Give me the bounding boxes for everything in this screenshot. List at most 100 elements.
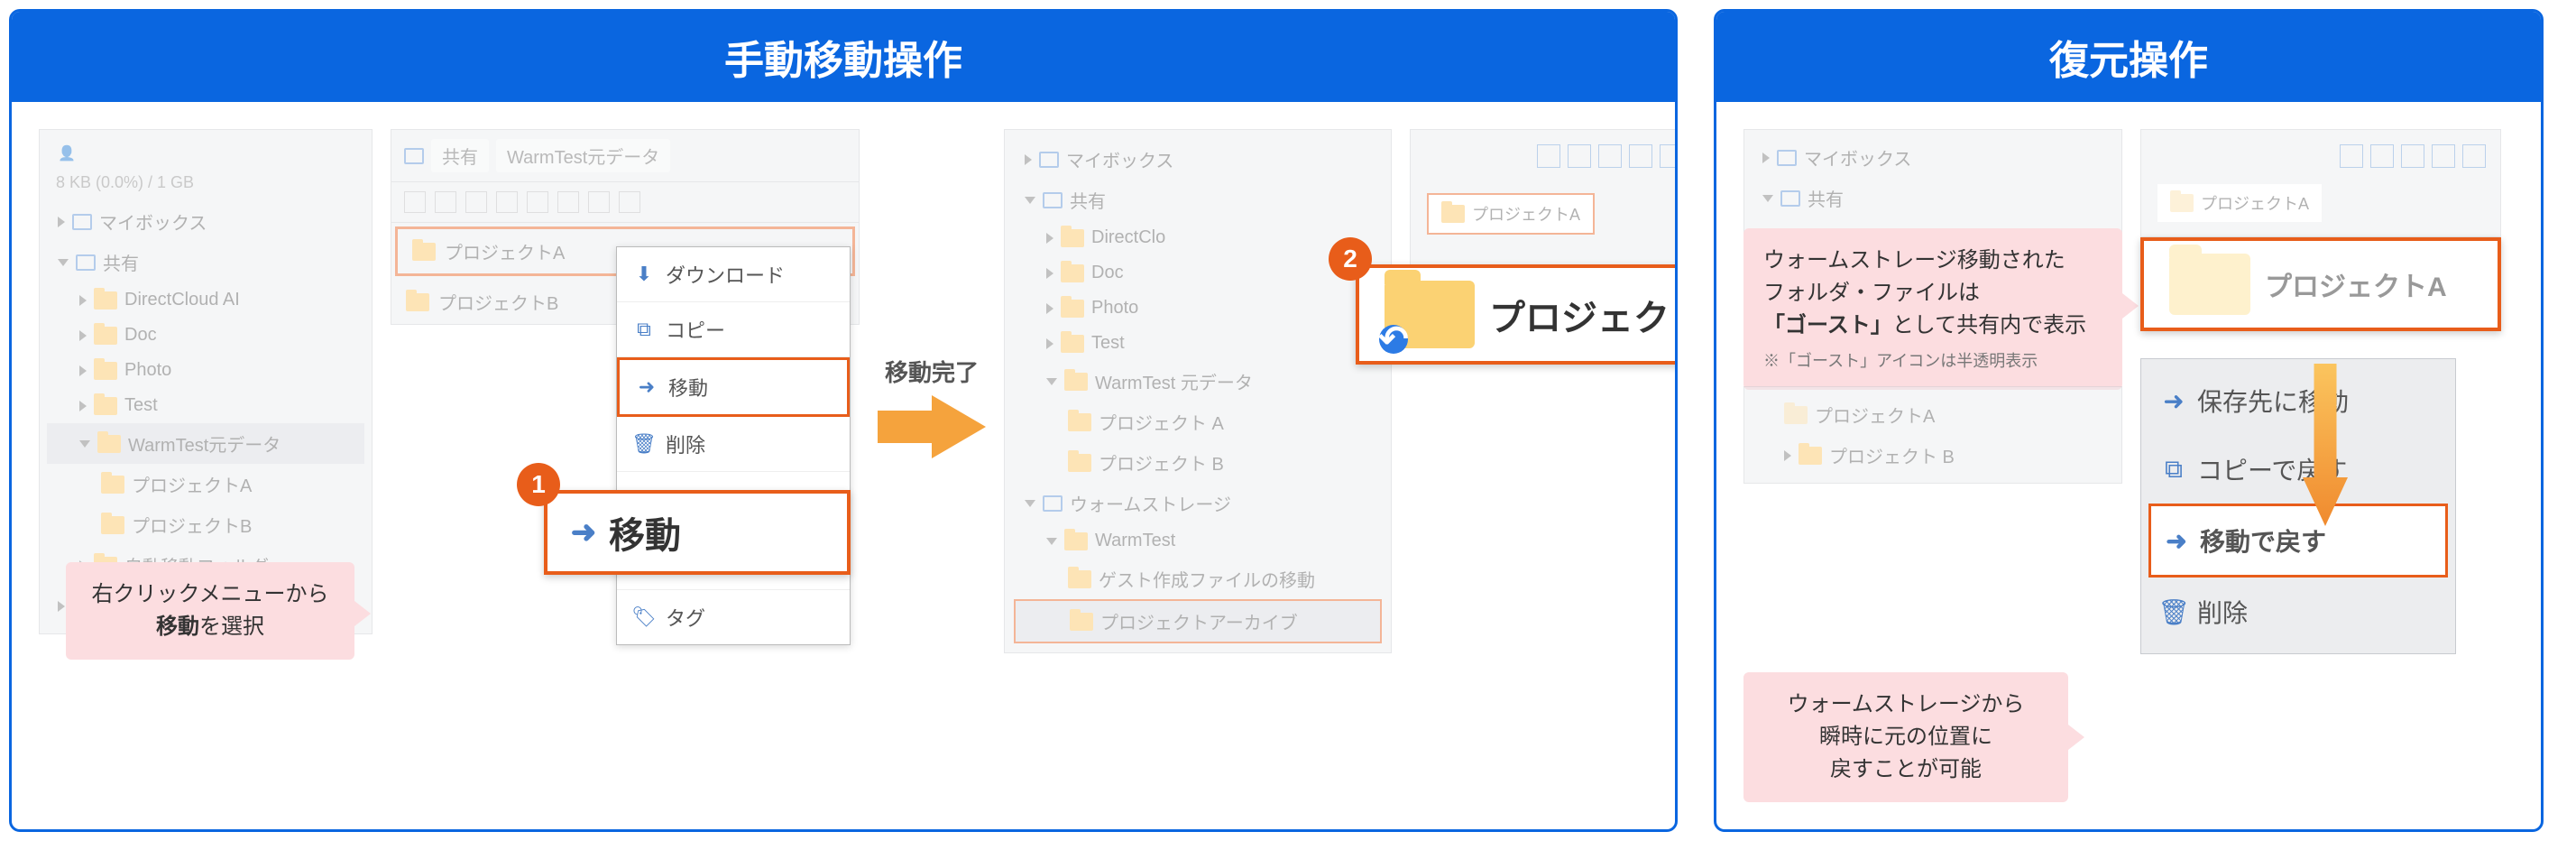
tree-item[interactable]: プロジェクト A <box>1014 402 1382 442</box>
tree-item[interactable]: WarmTest 元データ <box>1014 361 1382 402</box>
ctx-tag[interactable]: 🏷タグ <box>617 590 850 644</box>
tree-item-selected[interactable]: WarmTest元データ <box>47 423 364 464</box>
folder-icon <box>406 293 429 311</box>
ctx-copy[interactable]: ⧉コピー <box>617 302 850 357</box>
ctx-move[interactable]: ➜移動 <box>617 357 850 417</box>
copy-icon: ⧉ <box>2163 458 2185 480</box>
toolbar-icon[interactable] <box>588 191 610 213</box>
context-menu: ⬇ダウンロード ⧉コピー ➜移動 🗑削除 ☆お気に入り 🏷タグ <box>616 246 851 645</box>
tree-item[interactable]: マイボックス <box>1752 137 2114 178</box>
tree-item-share[interactable]: 共有 <box>47 242 364 282</box>
tree-item[interactable]: Photo <box>47 353 364 388</box>
folder-icon <box>1068 413 1091 431</box>
tree-item[interactable]: 共有 <box>1014 180 1382 220</box>
download-icon: ⬇ <box>633 263 655 285</box>
restore-delete[interactable]: 🗑削除 <box>2148 578 2448 646</box>
toolbar-icon[interactable] <box>2401 144 2424 168</box>
toolbar-icon[interactable] <box>1629 144 1652 168</box>
toolbar-icon[interactable] <box>496 191 518 213</box>
toolbar-icon[interactable] <box>465 191 487 213</box>
toolbar-icon[interactable] <box>1598 144 1622 168</box>
tree-item[interactable]: プロジェクト B <box>1014 442 1382 483</box>
tree-item[interactable]: マイボックス <box>1014 139 1382 180</box>
toolbar-icon[interactable] <box>2462 144 2486 168</box>
folder-icon <box>1068 570 1091 588</box>
folder-icon <box>1064 373 1088 391</box>
folder-icon <box>1799 447 1822 465</box>
folder-icon <box>1061 264 1084 282</box>
trash-icon: 🗑 <box>2163 601 2185 623</box>
folder-icon <box>1070 613 1093 631</box>
tree-item[interactable]: プロジェクトA <box>47 464 364 504</box>
tree-item-warmstorage[interactable]: ウォームストレージ <box>1014 483 1382 523</box>
hint-ghost: ウォームストレージ移動された フォルダ・ファイルは 「ゴースト」として共有内で表… <box>1743 228 2122 390</box>
folder-icon <box>1061 300 1084 318</box>
restore-tree: マイボックス 共有 <box>1743 129 2122 237</box>
ctx-delete[interactable]: 🗑削除 <box>617 417 850 472</box>
tree-item[interactable]: ゲスト作成ファイルの移動 <box>1014 559 1382 599</box>
tree-item[interactable]: DirectCloud AI <box>47 282 364 318</box>
toolbar-icon[interactable] <box>1537 144 1560 168</box>
copy-icon: ⧉ <box>633 319 655 340</box>
user-icon: 👤 <box>54 143 79 164</box>
restore-save[interactable]: ➜保存先に移動 <box>2148 366 2448 435</box>
tree-item[interactable]: プロジェクト B <box>1752 435 2114 476</box>
callout-ghost-project: プロジェクトA <box>2140 237 2501 331</box>
tree-item-archive[interactable]: プロジェクトアーカイブ <box>1014 599 1382 643</box>
tree-item[interactable]: プロジェクトA <box>1752 394 2114 435</box>
toolbar-icon[interactable] <box>435 191 456 213</box>
box-icon <box>1039 152 1059 168</box>
box-icon <box>404 148 424 164</box>
restore-context-menu: ➜保存先に移動 ⧉コピーで戻す ➜移動で戻す 🗑削除 <box>2140 358 2456 654</box>
toolbar-icon[interactable] <box>619 191 640 213</box>
folder-icon <box>1441 205 1465 223</box>
restore-move-back[interactable]: ➜移動で戻す <box>2148 504 2448 578</box>
folder-icon <box>101 516 124 534</box>
move-icon: ➜ <box>2166 530 2187 551</box>
folder-icon <box>412 243 436 261</box>
box-icon <box>1777 150 1797 166</box>
toolbar-icon[interactable] <box>2432 144 2455 168</box>
callout-project: ↶ プロジェクトA <box>1356 264 1678 365</box>
tree-item[interactable]: Test <box>47 388 364 423</box>
tree-item[interactable]: プロジェクトB <box>47 504 364 545</box>
tree-item[interactable]: WarmTest <box>1014 523 1382 559</box>
trash-icon: 🗑 <box>633 433 655 455</box>
tree-item[interactable]: Test <box>1014 326 1382 361</box>
panel-title: 復元操作 <box>1716 12 2541 102</box>
revert-icon: ↶ <box>1379 325 1408 354</box>
toolbar-icon[interactable] <box>2370 144 2394 168</box>
box-icon <box>1043 192 1063 208</box>
ghost-folder-icon <box>2169 254 2250 315</box>
move-complete-arrow: 移動完了 <box>878 355 986 458</box>
breadcrumb: 共有 WarmTest元データ <box>391 130 859 182</box>
folder-icon <box>1061 335 1084 353</box>
folder-icon <box>94 327 117 345</box>
toolbar-icon[interactable] <box>2340 144 2363 168</box>
box-icon <box>76 254 96 271</box>
tree-item-mybox[interactable]: マイボックス <box>47 201 364 242</box>
toolbar-icon[interactable] <box>1660 144 1678 168</box>
restore-copy[interactable]: ⧉コピーで戻す <box>2148 435 2448 504</box>
ctx-download[interactable]: ⬇ダウンロード <box>617 247 850 302</box>
ghost-project-chip[interactable]: プロジェクトA <box>2157 184 2322 222</box>
tree-item[interactable]: 共有 <box>1752 178 2114 218</box>
folder-icon <box>1061 229 1084 247</box>
tree-item[interactable]: DirectClo <box>1014 220 1382 255</box>
box-icon <box>1043 495 1063 512</box>
archived-project-chip[interactable]: プロジェクトA <box>1427 193 1595 235</box>
folder-icon <box>94 291 117 310</box>
tag-icon: 🏷 <box>633 606 655 628</box>
tree-item[interactable]: Photo <box>1014 291 1382 326</box>
tree-item[interactable]: Doc <box>47 318 364 353</box>
toolbar-icon[interactable] <box>1568 144 1591 168</box>
folder-icon <box>1064 532 1088 550</box>
folder-icon <box>1068 454 1091 472</box>
box-icon <box>1780 190 1800 207</box>
toolbar-icon[interactable] <box>557 191 579 213</box>
toolbar-icon[interactable] <box>404 191 426 213</box>
toolbar-icon[interactable] <box>527 191 548 213</box>
tree-item[interactable]: Doc <box>1014 255 1382 291</box>
storage-usage: 8 KB (0.0%) / 1 GB <box>47 170 364 201</box>
manual-move-panel: 手動移動操作 👤 8 KB (0.0%) / 1 GB マイボックス 共有 Di… <box>9 9 1678 832</box>
